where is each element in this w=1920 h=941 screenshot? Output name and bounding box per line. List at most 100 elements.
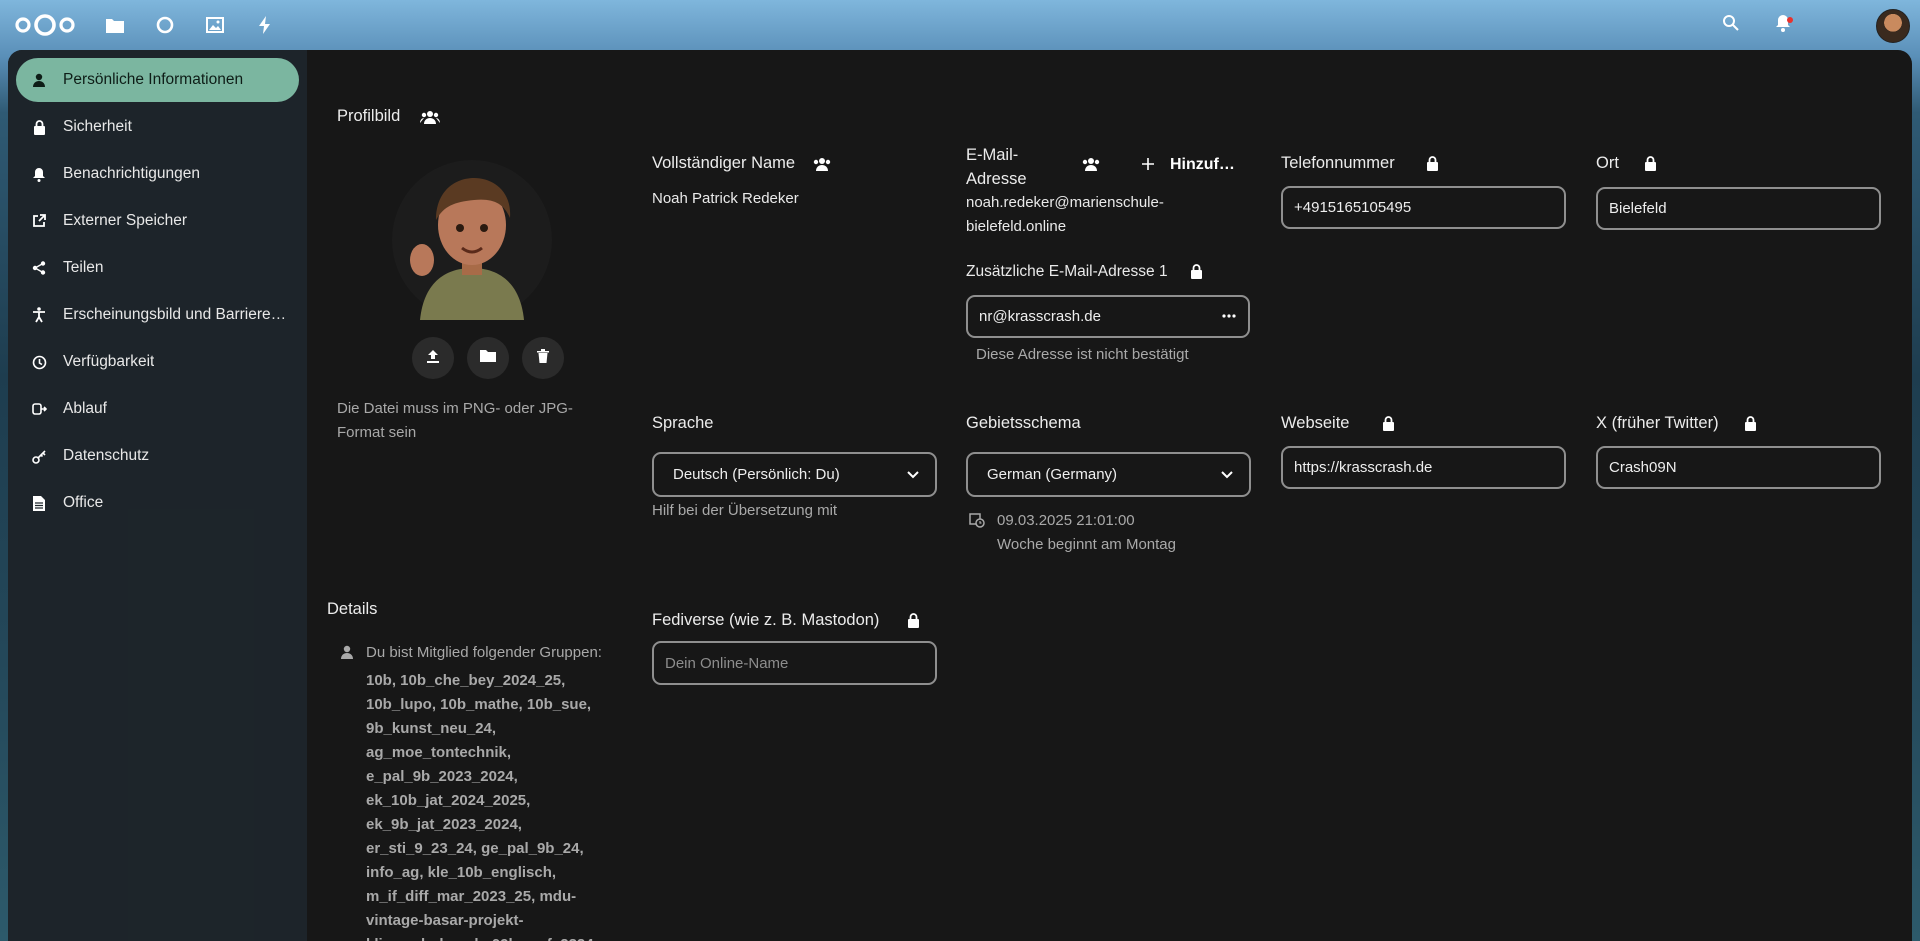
locale-datetime: 09.03.2025 21:01:00 (997, 512, 1135, 529)
accessibility-icon (29, 305, 49, 325)
sidebar-item-notifications[interactable]: Benachrichtigungen (16, 152, 299, 196)
locale-week-start: Woche beginnt am Montag (997, 536, 1176, 553)
person-icon (337, 642, 357, 662)
groups-intro: Du bist Mitglied folgender Gruppen: (366, 644, 602, 661)
chevron-down-icon (907, 471, 919, 479)
sidebar-item-label: Benachrichtigungen (63, 165, 201, 182)
sidebar-item-label: Teilen (63, 259, 104, 276)
person-icon (29, 70, 49, 90)
email-unconfirmed-hint: Diese Adresse ist nicht bestätigt (976, 346, 1189, 363)
sidebar-item-external-storage[interactable]: Externer Speicher (16, 199, 299, 243)
phone-label: Telefonnummer (1281, 154, 1395, 172)
files-icon[interactable] (104, 14, 126, 36)
sidebar-item-label: Externer Speicher (63, 212, 188, 229)
fediverse-label: Fediverse (wie z. B. Mastodon) (652, 611, 880, 629)
lock-icon[interactable] (1378, 413, 1398, 433)
sidebar-item-office[interactable]: Office (16, 481, 299, 525)
lock-icon[interactable] (1640, 153, 1660, 173)
profile-avatar (392, 160, 552, 320)
bell-icon (29, 164, 49, 184)
personal-info-content: Profilbild Die Datei muss im PNG- oder J… (307, 50, 1912, 941)
additional-email-value: nr@krasscrash.de (979, 308, 1101, 325)
fullname-value[interactable]: Noah Patrick Redeker (652, 190, 799, 207)
lock-icon[interactable] (1422, 153, 1442, 173)
delete-picture-button[interactable] (522, 337, 564, 379)
external-link-icon (29, 211, 49, 231)
search-icon[interactable] (1722, 14, 1744, 36)
sidebar-item-privacy[interactable]: Datenschutz (16, 434, 299, 478)
location-field[interactable]: Bielefeld (1596, 187, 1881, 230)
language-value: Deutsch (Persönlich: Du) (673, 466, 840, 483)
sidebar-item-sharing[interactable]: Teilen (16, 246, 299, 290)
email-label-line: Adresse (966, 170, 1027, 188)
top-bar (0, 0, 1920, 50)
upload-picture-button[interactable] (412, 337, 454, 379)
details-heading: Details (327, 600, 378, 618)
plus-icon[interactable] (1138, 154, 1158, 174)
additional-email-field[interactable]: nr@krasscrash.de (966, 295, 1250, 338)
notification-badge (1787, 17, 1793, 23)
group-visibility-icon[interactable] (812, 154, 832, 174)
sidebar-item-label: Sicherheit (63, 118, 132, 135)
activity-icon[interactable] (154, 14, 176, 36)
locale-select[interactable]: German (Germany) (966, 452, 1251, 497)
settings-card: Persönliche Informationen Sicherheit Ben… (8, 50, 1912, 941)
sidebar-item-appearance[interactable]: Erscheinungsbild und Barrieref… (16, 293, 299, 337)
website-label: Webseite (1281, 414, 1350, 432)
language-label: Sprache (652, 414, 714, 432)
sidebar-item-security[interactable]: Sicherheit (16, 105, 299, 149)
settings-sidebar: Persönliche Informationen Sicherheit Ben… (8, 50, 307, 941)
additional-email-label: Zusätzliche E-Mail-Adresse 1 (966, 263, 1168, 280)
email-label-line: E-Mail- (966, 146, 1019, 164)
lock-icon[interactable] (1740, 413, 1760, 433)
email-value-line: noah.redeker@marienschule- (966, 194, 1164, 211)
translation-help-link[interactable]: Hilf bei der Übersetzung mit (652, 502, 837, 519)
flow-icon (29, 399, 49, 419)
fullname-label: Vollständiger Name (652, 154, 796, 172)
user-avatar[interactable] (1876, 9, 1910, 43)
notifications-icon[interactable] (1774, 14, 1796, 36)
sidebar-item-label: Persönliche Informationen (63, 71, 244, 88)
email-value[interactable]: noah.redeker@marienschule- bielefeld.onl… (966, 191, 1164, 239)
email-value-line: bielefeld.online (966, 218, 1067, 235)
add-email-button[interactable]: Hinzuf… (1170, 156, 1235, 174)
sidebar-item-label: Office (63, 494, 104, 511)
nextcloud-logo[interactable] (14, 13, 76, 37)
calendar-clock-icon (967, 510, 987, 530)
upload-icon (426, 349, 440, 368)
file-format-hint: Die Datei muss im PNG- oder JPG-Format s… (337, 400, 573, 441)
trash-icon (537, 348, 549, 368)
folder-icon (480, 349, 496, 367)
sidebar-item-personal-info[interactable]: Persönliche Informationen (16, 58, 299, 102)
locale-value: German (Germany) (987, 466, 1118, 483)
fediverse-field[interactable]: Dein Online-Name (652, 641, 937, 685)
photos-icon[interactable] (204, 14, 226, 36)
language-select[interactable]: Deutsch (Persönlich: Du) (652, 452, 937, 497)
share-icon (29, 258, 49, 278)
locale-label: Gebietsschema (966, 414, 1081, 432)
sidebar-item-label: Erscheinungsbild und Barrieref… (63, 306, 288, 323)
sidebar-item-flow[interactable]: Ablauf (16, 387, 299, 431)
twitter-field[interactable]: Crash09N (1596, 446, 1881, 489)
lock-icon (29, 117, 49, 137)
choose-from-files-button[interactable] (467, 337, 509, 379)
flash-icon[interactable] (254, 14, 276, 36)
sidebar-item-label: Datenschutz (63, 447, 150, 464)
profile-picture-label: Profilbild (337, 107, 401, 125)
groups-list: 10b, 10b_che_bey_2024_25, 10b_lupo, 10b_… (366, 672, 598, 941)
lock-icon[interactable] (903, 610, 923, 630)
twitter-label: X (früher Twitter) (1596, 414, 1719, 432)
group-visibility-icon[interactable] (420, 107, 440, 127)
chevron-down-icon (1221, 471, 1233, 479)
document-icon (29, 493, 49, 513)
sidebar-item-label: Ablauf (63, 400, 107, 417)
lock-icon[interactable] (1186, 261, 1206, 281)
phone-field[interactable]: +4915165105495 (1281, 186, 1566, 229)
key-icon (29, 446, 49, 466)
sidebar-item-label: Verfügbarkeit (63, 353, 155, 370)
website-field[interactable]: https://krasscrash.de (1281, 446, 1566, 489)
more-actions-icon[interactable] (1222, 309, 1236, 327)
group-visibility-icon[interactable] (1081, 154, 1101, 174)
sidebar-item-availability[interactable]: Verfügbarkeit (16, 340, 299, 384)
email-label: E-Mail- Adresse (966, 143, 1027, 191)
